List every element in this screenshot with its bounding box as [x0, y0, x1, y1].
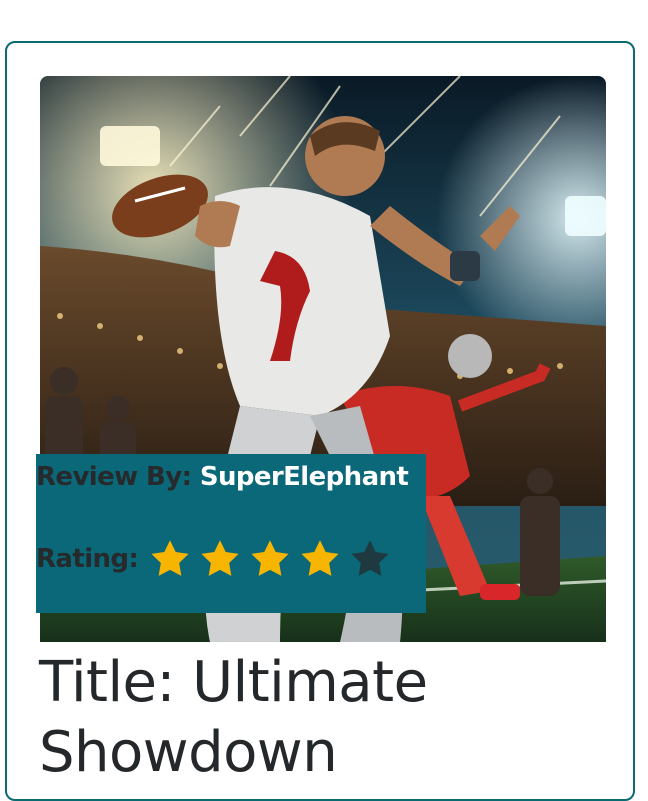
- star-filled-icon: [201, 540, 239, 576]
- star-filled-icon: [251, 540, 289, 576]
- review-overlay: Review By: SuperElephant Rating:: [36, 454, 426, 613]
- rating-label: Rating:: [36, 544, 139, 574]
- star-rating: [148, 537, 398, 581]
- star-filled-icon: [151, 540, 189, 576]
- star-empty-icon: [351, 540, 389, 576]
- star-filled-icon: [301, 540, 339, 576]
- review-by-line: Review By: SuperElephant: [36, 462, 409, 492]
- game-title: Title: Ultimate Showdown: [39, 650, 428, 785]
- review-card: Review By: SuperElephant Rating: Title: …: [5, 41, 635, 801]
- rating-line: Rating:: [36, 534, 398, 584]
- review-by-label: Review By:: [36, 462, 192, 492]
- reviewer-username[interactable]: SuperElephant: [200, 462, 409, 492]
